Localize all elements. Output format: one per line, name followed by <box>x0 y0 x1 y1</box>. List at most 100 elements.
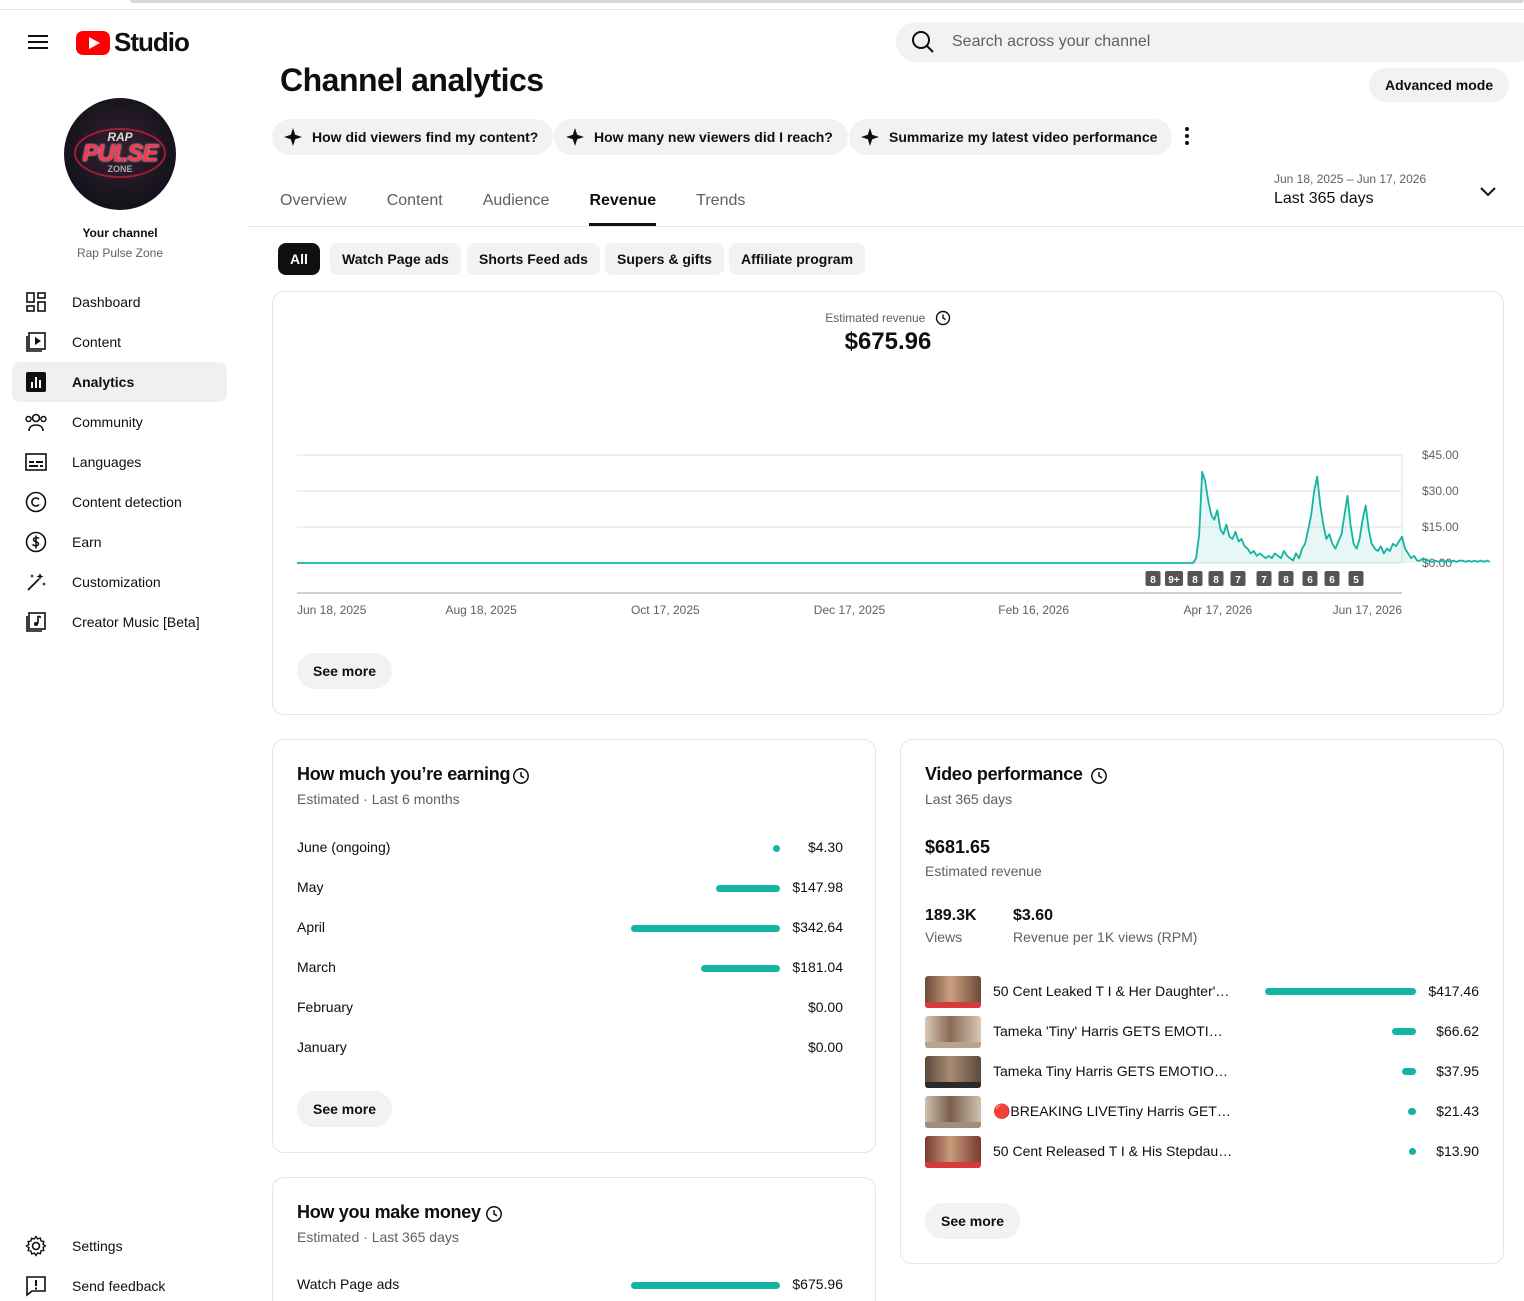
rpm-label: Revenue per 1K views (RPM) <box>1013 929 1198 945</box>
video-revenue-label: Estimated revenue <box>925 863 1042 879</box>
sidebar-item-analytics[interactable]: Analytics <box>12 362 227 402</box>
date-range-dates: Jun 18, 2025 – Jun 17, 2026 <box>1274 172 1427 186</box>
sidebar-item-community[interactable]: Community <box>12 402 227 442</box>
video-publish-badge[interactable]: 7 <box>1230 571 1246 586</box>
youtube-play-icon <box>76 30 110 55</box>
your-channel-label[interactable]: Your channel <box>0 226 240 240</box>
sidebar-nav: Dashboard Content Analytics Community La… <box>12 282 227 642</box>
search-icon[interactable] <box>910 29 936 55</box>
filter-supers-gifts[interactable]: Supers & gifts <box>605 243 724 275</box>
video-row[interactable]: Tameka 'Tiny' Harris GETS EMOTION... $66.… <box>925 1016 1479 1048</box>
channel-avatar[interactable]: RAP PULSE ZONE <box>64 98 176 210</box>
video-revenue-value: $681.65 <box>925 837 991 857</box>
filter-all[interactable]: All <box>278 243 320 275</box>
sidebar-item-label: Content <box>72 334 122 350</box>
video-revenue-value: $66.62 <box>1436 1023 1479 1039</box>
video-publish-badge[interactable]: 8 <box>1278 571 1294 586</box>
tab-trends[interactable]: Trends <box>696 186 745 226</box>
video-publish-badge[interactable]: 6 <box>1302 571 1318 586</box>
chart-x-tick-label: Dec 17, 2025 <box>814 603 886 617</box>
sidebar-item-content-detection[interactable]: Content detection <box>12 482 227 522</box>
search-bar[interactable] <box>896 22 1524 62</box>
earning-month: March <box>297 959 336 975</box>
hamburger-menu-icon[interactable] <box>22 28 54 56</box>
badge-count: 8 <box>1213 575 1219 586</box>
video-publish-badge[interactable]: 7 <box>1256 571 1272 586</box>
filter-affiliate-program[interactable]: Affiliate program <box>729 243 866 275</box>
date-range-picker[interactable]: Jun 18, 2025 – Jun 17, 2026 Last 365 day… <box>1274 172 1426 208</box>
video-publish-badge[interactable]: 5 <box>1348 571 1364 586</box>
video-thumbnail[interactable] <box>925 1136 981 1168</box>
video-publish-badge[interactable]: 8 <box>1187 571 1203 586</box>
community-icon <box>24 410 48 434</box>
ask-chip-find-content[interactable]: How did viewers find my content? <box>272 119 554 155</box>
video-publish-badge[interactable]: 8 <box>1145 571 1161 586</box>
sidebar-item-creator-music[interactable]: Creator Music [Beta] <box>12 602 227 642</box>
money-source: Watch Page ads <box>297 1276 400 1292</box>
sidebar-item-label: Customization <box>72 574 161 590</box>
video-publish-badge[interactable]: 9+ <box>1165 571 1183 586</box>
sidebar-item-settings[interactable]: Settings <box>12 1226 227 1266</box>
tab-overview[interactable]: Overview <box>280 186 347 226</box>
ask-chip-summarize[interactable]: Summarize my latest video performance <box>849 119 1173 155</box>
filter-shorts-feed-ads[interactable]: Shorts Feed ads <box>467 243 600 275</box>
money-card-subtitle: Estimated · Last 365 days <box>297 1229 459 1245</box>
video-card-subtitle: Last 365 days <box>925 791 1013 807</box>
sidebar-item-customization[interactable]: Customization <box>12 562 227 602</box>
earning-bar <box>631 925 780 932</box>
tab-revenue[interactable]: Revenue <box>589 186 656 226</box>
earning-card-title: How much you’re earning <box>297 764 511 784</box>
video-row[interactable]: 50 Cent Leaked T I & Her Daughter's ... $… <box>925 976 1479 1008</box>
chevron-down-icon[interactable] <box>1478 181 1498 201</box>
video-thumbnail[interactable] <box>925 1056 981 1088</box>
earning-value: $342.64 <box>792 919 843 935</box>
video-title[interactable]: Tameka 'Tiny' Harris GETS EMOTION... <box>993 1023 1233 1039</box>
sidebar-item-earn[interactable]: Earn <box>12 522 227 562</box>
video-row[interactable]: Tameka Tiny Harris GETS EMOTION... $37.95 <box>925 1056 1479 1088</box>
badge-count: 8 <box>1150 575 1156 586</box>
sidebar-item-languages[interactable]: Languages <box>12 442 227 482</box>
chart-x-tick-label: Aug 18, 2025 <box>445 603 517 617</box>
revenue-see-more-button[interactable]: See more <box>297 653 393 689</box>
sidebar-item-send-feedback[interactable]: Send feedback <box>12 1266 227 1301</box>
video-row[interactable]: 50 Cent Released T I & His Stepdaug... $1… <box>925 1136 1479 1168</box>
earning-bar <box>773 845 780 852</box>
search-input[interactable] <box>952 33 1452 51</box>
video-publish-badge[interactable]: 6 <box>1324 571 1340 586</box>
clock-icon[interactable] <box>512 767 530 785</box>
sidebar-item-content[interactable]: Content <box>12 322 227 362</box>
video-thumbnail[interactable] <box>925 1096 981 1128</box>
clock-icon[interactable] <box>485 1205 503 1223</box>
page-title: Channel analytics <box>280 62 544 98</box>
tab-audience[interactable]: Audience <box>483 186 550 226</box>
filter-watch-page-ads[interactable]: Watch Page ads <box>330 243 461 275</box>
sidebar-item-dashboard[interactable]: Dashboard <box>12 282 227 322</box>
sidebar-item-label: Dashboard <box>72 294 141 310</box>
chart-x-tick-label: Feb 16, 2026 <box>998 603 1069 617</box>
video-see-more-button[interactable]: See more <box>925 1203 1021 1239</box>
content-icon <box>24 330 48 354</box>
clock-icon[interactable] <box>1090 767 1108 785</box>
money-row: Watch Page ads $675.96 <box>297 1276 843 1296</box>
sparkle-icon <box>861 128 879 146</box>
badge-count: 8 <box>1192 575 1198 586</box>
video-title[interactable]: 50 Cent Released T I & His Stepdaug... <box>993 1143 1233 1159</box>
video-title[interactable]: Tameka Tiny Harris GETS EMOTION... <box>993 1063 1233 1079</box>
video-row[interactable]: 🔴BREAKING LIVETiny Harris GETS ... $21.43 <box>925 1096 1479 1128</box>
earning-row: May $147.98 <box>297 879 843 899</box>
video-thumbnail[interactable] <box>925 1016 981 1048</box>
advanced-mode-button[interactable]: Advanced mode <box>1369 68 1510 102</box>
sidebar-item-label: Send feedback <box>72 1278 166 1294</box>
video-title[interactable]: 50 Cent Leaked T I & Her Daughter's ... <box>993 983 1233 999</box>
video-thumbnail[interactable] <box>925 976 981 1008</box>
ask-chip-new-viewers[interactable]: How many new viewers did I reach? <box>554 119 848 155</box>
video-title[interactable]: 🔴BREAKING LIVETiny Harris GETS ... <box>993 1103 1233 1120</box>
tab-content[interactable]: Content <box>387 186 443 226</box>
earning-month: February <box>297 999 354 1015</box>
video-revenue-bar <box>1391 1028 1416 1035</box>
analytics-icon <box>24 370 48 394</box>
studio-logo[interactable]: Studio <box>76 27 190 58</box>
video-publish-badge[interactable]: 8 <box>1208 571 1224 586</box>
more-options-icon[interactable] <box>1175 124 1199 148</box>
earning-see-more-button[interactable]: See more <box>297 1091 393 1127</box>
